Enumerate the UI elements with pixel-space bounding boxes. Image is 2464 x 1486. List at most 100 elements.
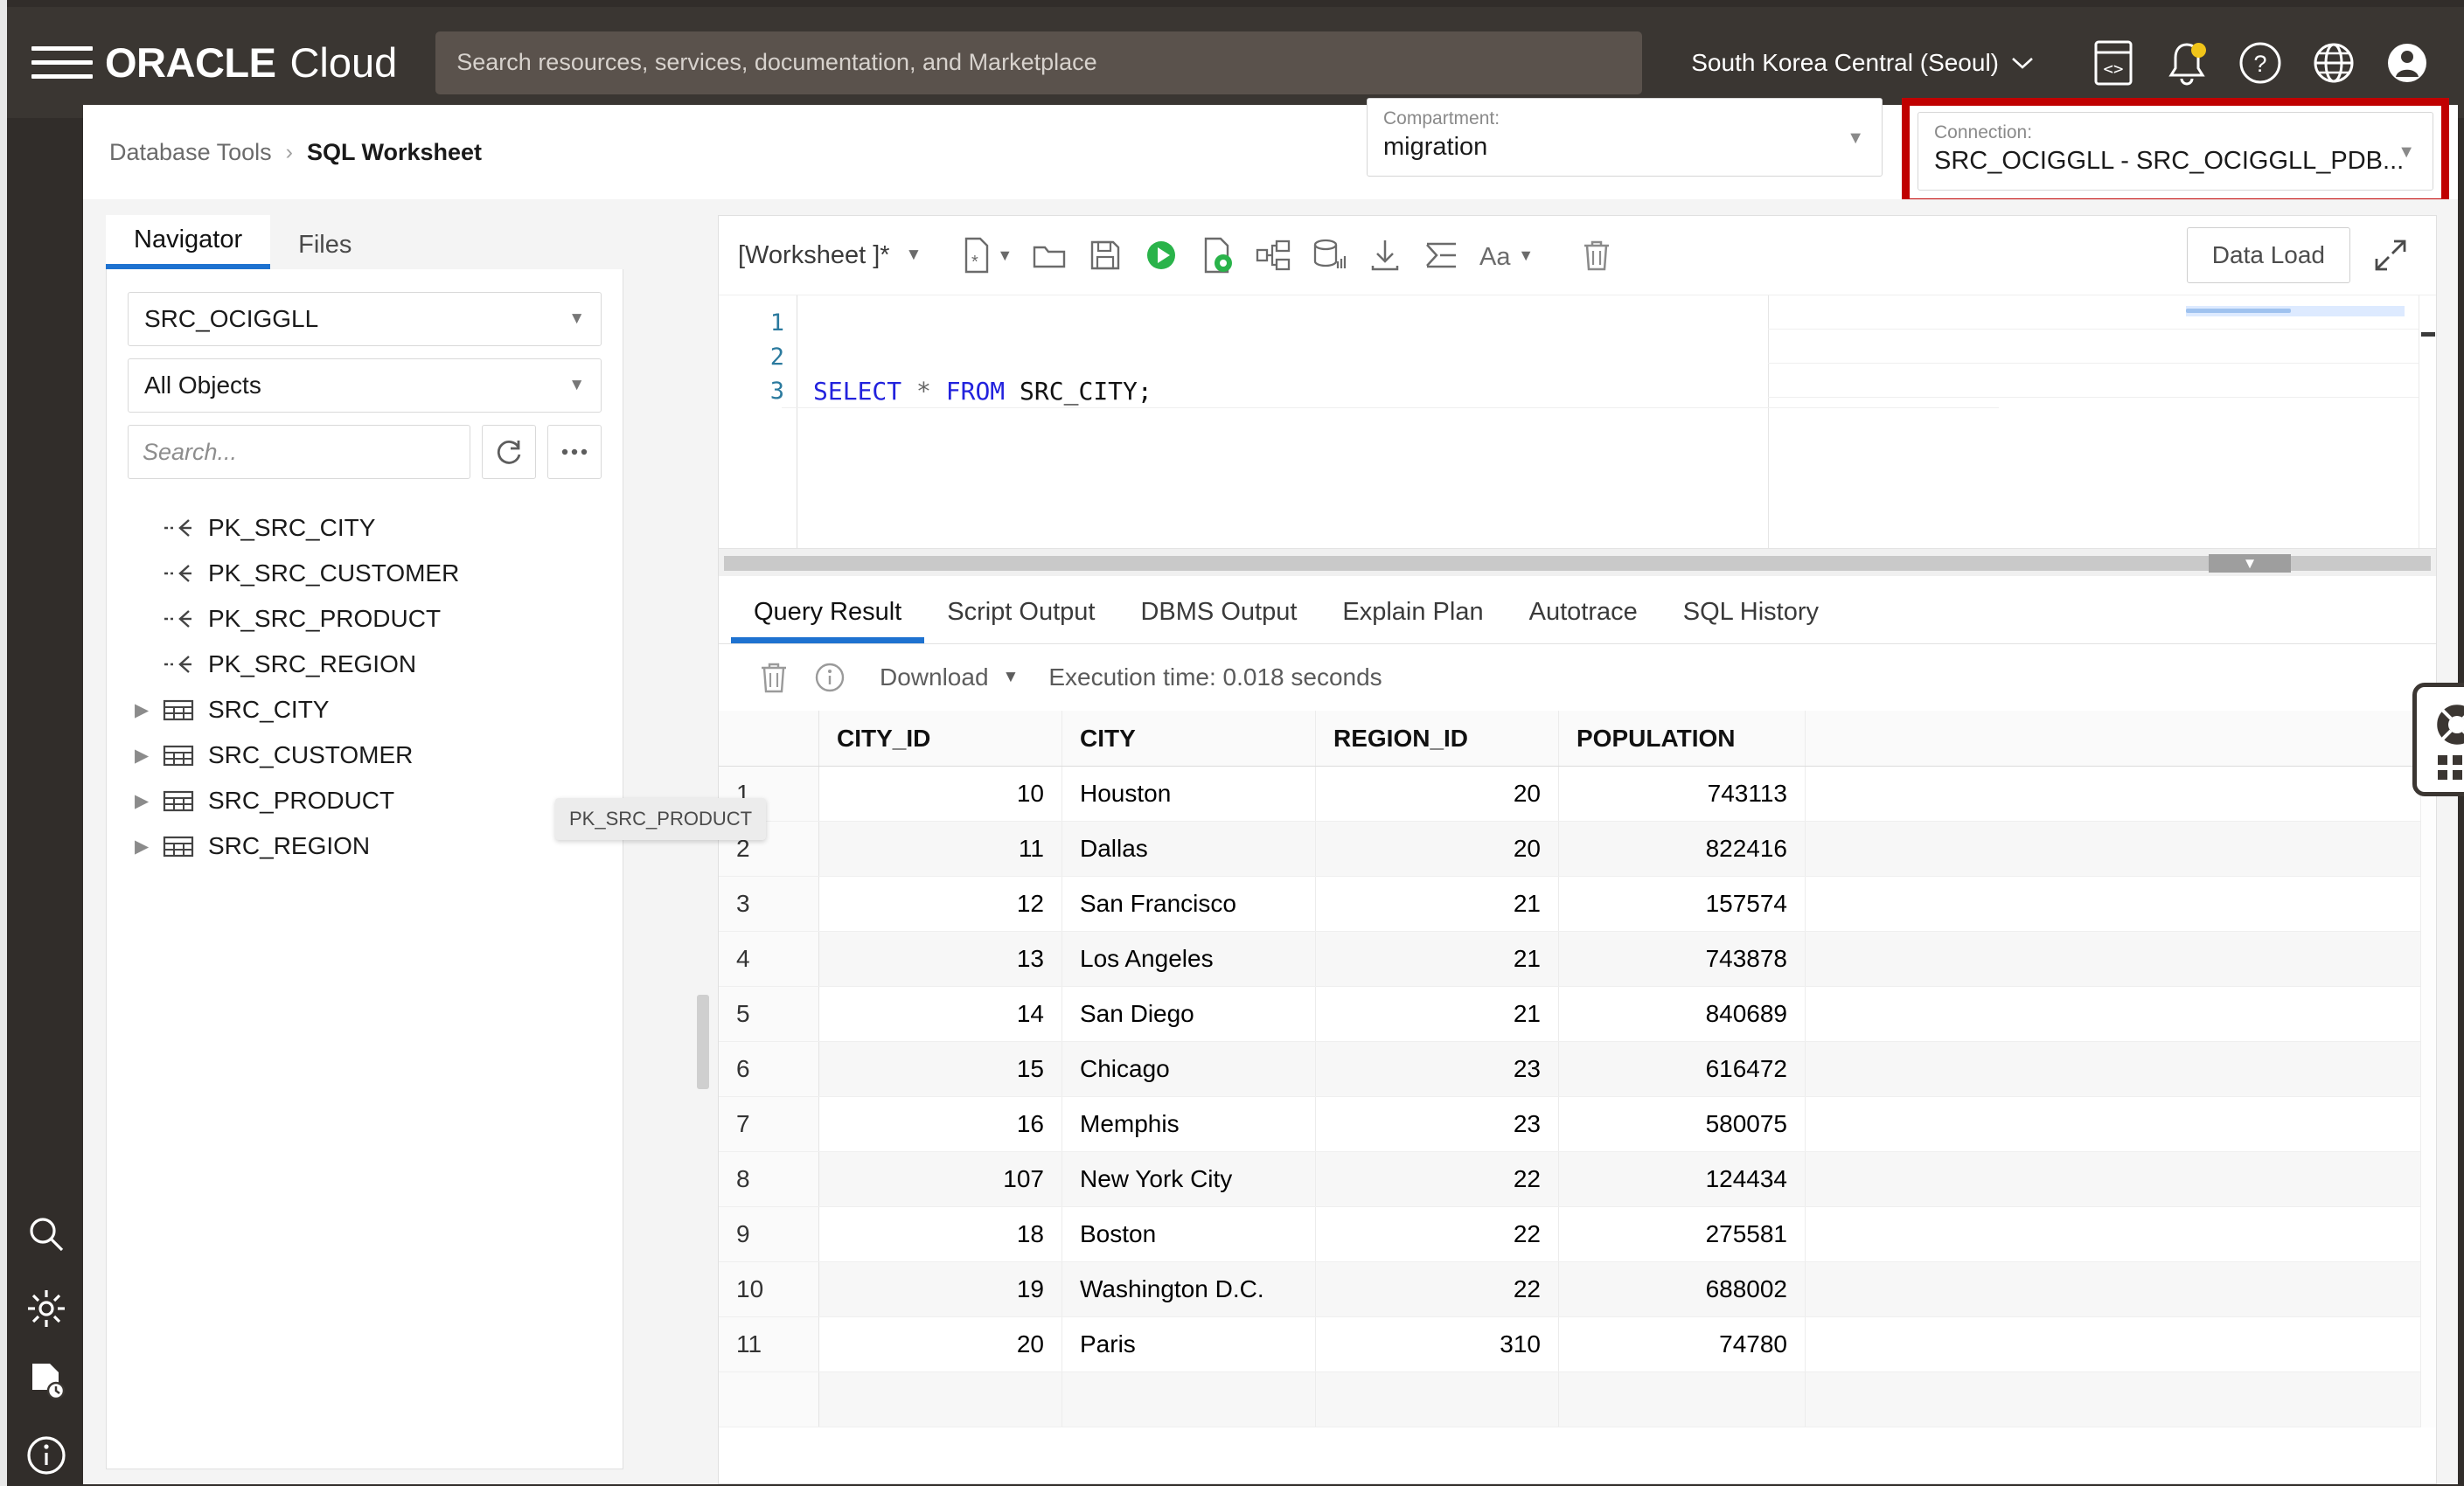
panel-splitter-handle[interactable] (697, 995, 709, 1089)
text-size-icon[interactable]: Aa (1469, 227, 1525, 283)
explain-plan-icon[interactable] (1245, 227, 1301, 283)
sql-operator-star: * (901, 377, 946, 406)
cell-city: Dallas (1062, 822, 1316, 876)
editor-results-splitter[interactable]: ▼ (719, 548, 2436, 576)
trash-icon[interactable] (748, 652, 799, 703)
table-row[interactable]: 9 18 Boston 22 275581 (719, 1207, 2436, 1262)
autotrace-icon[interactable] (1301, 227, 1357, 283)
tree-item-pk-src-product[interactable]: PK_SRC_PRODUCT (128, 596, 602, 642)
expand-arrow-icon[interactable]: ▶ (135, 745, 163, 767)
table-row[interactable]: 5 14 San Diego 21 840689 (719, 987, 2436, 1042)
tree-item-src-customer[interactable]: ▶ SRC_CUSTOMER (128, 733, 602, 778)
expand-arrow-icon[interactable]: ▶ (135, 699, 163, 721)
expand-arrow-icon[interactable]: ▶ (135, 790, 163, 812)
tab-dbms-output[interactable]: DBMS Output (1117, 580, 1319, 643)
info-circle-icon[interactable] (23, 1432, 70, 1479)
tree-item-src-region[interactable]: ▶ SRC_REGION (128, 823, 602, 869)
breadcrumb-parent[interactable]: Database Tools (109, 139, 272, 166)
tab-script-output[interactable]: Script Output (924, 580, 1117, 643)
header-selectors: Compartment: migration ▼ Connection: SRC… (1367, 98, 2458, 206)
save-icon[interactable] (1077, 227, 1133, 283)
connection-selector[interactable]: Connection: SRC_OCIGGLL - SRC_OCIGGLL_PD… (1918, 112, 2433, 191)
cell-population: 743878 (1559, 932, 1806, 986)
cell-population: 275581 (1559, 1207, 1806, 1261)
run-script-icon[interactable] (1189, 227, 1245, 283)
tree-item-label: SRC_CUSTOMER (208, 741, 414, 768)
row-number: 11 (719, 1317, 819, 1371)
tab-explain-plan[interactable]: Explain Plan (1319, 580, 1506, 643)
worksheet-name-selector[interactable]: [Worksheet ]* ▼ (738, 241, 922, 270)
splitter-collapse-button[interactable]: ▼ (2209, 554, 2291, 573)
notifications-bell-icon[interactable] (2160, 36, 2214, 90)
tree-item-src-product[interactable]: ▶ SRC_PRODUCT (128, 778, 602, 823)
table-row[interactable]: 8 107 New York City 22 124434 (719, 1152, 2436, 1207)
user-avatar-icon[interactable] (2380, 36, 2434, 90)
clear-icon[interactable] (1569, 227, 1625, 283)
column-header-population[interactable]: POPULATION (1559, 711, 1806, 766)
table-row[interactable]: 4 13 Los Angeles 21 743878 (719, 932, 2436, 987)
compartment-selector[interactable]: Compartment: migration ▼ (1367, 98, 1883, 177)
new-worksheet-icon[interactable]: * (948, 227, 1004, 283)
worksheet-name-label: [Worksheet ]* (738, 240, 890, 269)
cell-population: 688002 (1559, 1262, 1806, 1316)
document-history-icon[interactable] (23, 1358, 70, 1405)
refresh-icon[interactable] (482, 425, 536, 479)
schema-select[interactable]: SRC_OCIGGLL ▼ (128, 292, 602, 346)
table-row[interactable]: 1 10 Houston 20 743113 (719, 767, 2436, 822)
table-row[interactable]: 7 16 Memphis 23 580075 (719, 1097, 2436, 1152)
chevron-down-icon[interactable]: ▼ (1518, 247, 1534, 265)
download-icon[interactable] (1357, 227, 1413, 283)
download-dropdown[interactable]: Download ▼ (880, 663, 1019, 691)
search-icon[interactable] (23, 1211, 70, 1258)
run-statement-icon[interactable] (1133, 227, 1189, 283)
tree-item-pk-src-region[interactable]: PK_SRC_REGION (128, 642, 602, 687)
tab-query-result[interactable]: Query Result (731, 580, 925, 643)
editor-vertical-scrollbar[interactable] (2419, 295, 2436, 549)
results-vertical-scrollbar[interactable] (2420, 711, 2436, 1427)
tree-item-pk-src-city[interactable]: PK_SRC_CITY (128, 505, 602, 551)
chevron-down-icon: ▼ (2398, 142, 2415, 162)
chevron-down-icon[interactable]: ▼ (997, 247, 1013, 265)
table-row[interactable]: 2 11 Dallas 20 822416 (719, 822, 2436, 877)
language-globe-icon[interactable] (2307, 36, 2361, 90)
table-row-partial[interactable] (719, 1372, 2436, 1427)
format-icon[interactable] (1413, 227, 1469, 283)
hamburger-icon[interactable] (31, 37, 93, 88)
tree-item-pk-src-customer[interactable]: PK_SRC_CUSTOMER (128, 551, 602, 596)
settings-gear-icon[interactable] (23, 1285, 70, 1332)
column-header-city[interactable]: CITY (1062, 711, 1316, 766)
cell-region-id: 21 (1316, 877, 1559, 931)
object-type-select[interactable]: All Objects ▼ (128, 358, 602, 413)
table-row[interactable]: 10 19 Washington D.C. 22 688002 (719, 1262, 2436, 1317)
table-row[interactable]: 11 20 Paris 310 74780 (719, 1317, 2436, 1372)
cell-population: 157574 (1559, 877, 1806, 931)
open-folder-icon[interactable] (1021, 227, 1077, 283)
scrollbar-thumb[interactable] (2421, 332, 2435, 337)
tree-item-src-city[interactable]: ▶ SRC_CITY (128, 687, 602, 733)
more-options-icon[interactable] (547, 425, 602, 479)
column-header-region-id[interactable]: REGION_ID (1316, 711, 1559, 766)
table-row[interactable]: 3 12 San Francisco 21 157574 (719, 877, 2436, 932)
tab-files[interactable]: Files (270, 220, 379, 269)
data-load-button[interactable]: Data Load (2186, 227, 2350, 283)
cloud-shell-icon[interactable]: <> (2086, 36, 2140, 90)
oracle-cloud-logo[interactable]: ORACLE Cloud (105, 38, 397, 87)
editor-code-area[interactable]: SELECT * FROM SRC_CITY; (782, 295, 2436, 548)
region-selector[interactable]: South Korea Central (Seoul) (1691, 49, 2034, 77)
global-search-input[interactable]: Search resources, services, documentatio… (435, 31, 1643, 94)
table-row[interactable]: 6 15 Chicago 23 616472 (719, 1042, 2436, 1097)
tab-navigator[interactable]: Navigator (106, 215, 271, 269)
column-header-city-id[interactable]: CITY_ID (819, 711, 1062, 766)
editor-minimap[interactable] (2186, 302, 2405, 538)
expand-diagonal-icon[interactable] (2364, 229, 2417, 281)
sql-editor[interactable]: 1 2 3 SELECT * FROM SRC_CITY; (719, 295, 2436, 549)
tab-sql-history[interactable]: SQL History (1660, 580, 1841, 643)
cell-population: 840689 (1559, 987, 1806, 1041)
chevron-down-icon: ▼ (568, 309, 585, 328)
search-input[interactable]: Search... (128, 425, 470, 479)
info-circle-icon[interactable] (804, 652, 855, 703)
expand-arrow-icon[interactable]: ▶ (135, 836, 163, 858)
tab-autotrace[interactable]: Autotrace (1507, 580, 1660, 643)
help-question-icon[interactable]: ? (2233, 36, 2287, 90)
help-support-widget[interactable] (2412, 683, 2464, 796)
